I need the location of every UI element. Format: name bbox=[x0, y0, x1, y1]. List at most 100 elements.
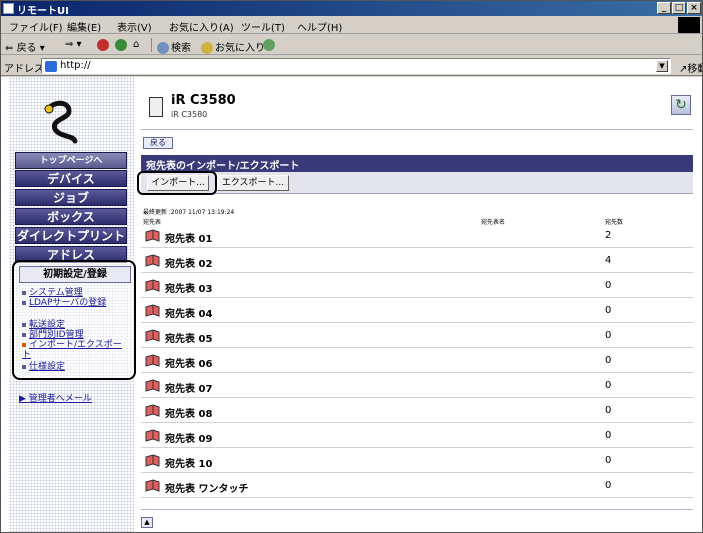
close-button[interactable]: × bbox=[687, 2, 701, 14]
ie-icon bbox=[3, 3, 14, 14]
row-count: 0 bbox=[605, 355, 612, 366]
menu-view[interactable]: 表示(V) bbox=[117, 19, 152, 34]
row-name[interactable]: 宛先表 05 bbox=[165, 330, 212, 345]
last-updated: 最終更新 :2007 11/07 13:19:24 bbox=[143, 209, 235, 216]
table-row[interactable]: 宛先表 09 0 bbox=[141, 423, 693, 448]
refresh-icon[interactable]: ↻ bbox=[671, 95, 691, 115]
menu-edit[interactable]: 編集(E) bbox=[67, 19, 101, 34]
nav-direct-print[interactable]: ダイレクトプリント bbox=[15, 227, 127, 244]
section-title: 宛先表のインポート/エクスポート bbox=[141, 155, 693, 172]
admin-mail-link[interactable]: ▶ 管理者へメール bbox=[19, 391, 92, 404]
history-button[interactable] bbox=[263, 39, 277, 51]
device-name: iR C3580 bbox=[171, 93, 236, 108]
row-name[interactable]: 宛先表 06 bbox=[165, 355, 212, 370]
table-row[interactable]: 宛先表 01 2 bbox=[141, 223, 693, 248]
row-name[interactable]: 宛先表 10 bbox=[165, 455, 212, 470]
table-row[interactable]: 宛先表 08 0 bbox=[141, 398, 693, 423]
row-count: 0 bbox=[605, 430, 612, 441]
minimize-button[interactable]: _ bbox=[657, 2, 671, 14]
row-count: 0 bbox=[605, 330, 612, 341]
row-count: 0 bbox=[605, 380, 612, 391]
favorites-icon bbox=[201, 42, 213, 54]
menu-help[interactable]: ヘルプ(H) bbox=[297, 19, 342, 34]
settings-heading[interactable]: 初期設定/登録 bbox=[19, 266, 131, 283]
button-bar: インポート... エクスポート... bbox=[141, 172, 693, 194]
table-row[interactable]: 宛先表 10 0 bbox=[141, 448, 693, 473]
go-button[interactable]: ↗移動 bbox=[679, 60, 702, 75]
table-row[interactable]: 宛先表 04 0 bbox=[141, 298, 693, 323]
row-count: 4 bbox=[605, 255, 612, 266]
maximize-button[interactable]: □ bbox=[672, 2, 686, 14]
address-book-icon bbox=[145, 229, 160, 242]
table-row[interactable]: 宛先表 07 0 bbox=[141, 373, 693, 398]
address-input[interactable]: http:// ▼ bbox=[41, 58, 671, 74]
main-panel: iR C3580 iR C3580 ↻ 戻る 宛先表のインポート/エクスポート … bbox=[137, 77, 693, 532]
nav-device[interactable]: デバイス bbox=[15, 170, 127, 187]
row-count: 0 bbox=[605, 305, 612, 316]
ie-page-icon bbox=[45, 61, 57, 72]
stop-button[interactable] bbox=[97, 39, 111, 51]
up-arrow-icon[interactable]: ▲ bbox=[141, 517, 153, 528]
table-row[interactable]: 宛先表 05 0 bbox=[141, 323, 693, 348]
search-button[interactable]: 検索 bbox=[157, 39, 191, 54]
nav-top-page[interactable]: トップページへ bbox=[15, 152, 127, 169]
table-row[interactable]: 宛先表 03 0 bbox=[141, 273, 693, 298]
row-name[interactable]: 宛先表 04 bbox=[165, 305, 212, 320]
address-book-icon bbox=[145, 454, 160, 467]
printer-icon bbox=[149, 97, 163, 117]
row-name[interactable]: 宛先表 02 bbox=[165, 255, 212, 270]
home-button[interactable]: ⌂ bbox=[133, 39, 139, 50]
row-count: 0 bbox=[605, 405, 612, 416]
row-count: 0 bbox=[605, 280, 612, 291]
address-book-icon bbox=[145, 279, 160, 292]
menu-file[interactable]: ファイル(F) bbox=[9, 19, 63, 34]
row-name[interactable]: 宛先表 01 bbox=[165, 230, 212, 245]
address-book-icon bbox=[145, 304, 160, 317]
row-count: 0 bbox=[605, 455, 612, 466]
address-book-icon bbox=[145, 404, 160, 417]
import-highlight bbox=[137, 171, 217, 195]
menu-tools[interactable]: ツール(T) bbox=[241, 19, 285, 34]
search-icon bbox=[157, 42, 169, 54]
row-name[interactable]: 宛先表 09 bbox=[165, 430, 212, 445]
menu-bar: ファイル(F) 編集(E) 表示(V) お気に入り(A) ツール(T) ヘルプ(… bbox=[1, 16, 702, 34]
address-book-icon bbox=[145, 354, 160, 367]
favorites-button[interactable]: お気に入り bbox=[201, 39, 265, 54]
address-dropdown-icon[interactable]: ▼ bbox=[656, 60, 668, 72]
toolbar: ⇐ 戻る ▾ ⇒ ▾ ⌂ 検索 お気に入り bbox=[1, 35, 702, 55]
settings-menu: 初期設定/登録 システム管理 LDAPサーバの登録 転送設定 部門別ID管理 イ… bbox=[12, 260, 136, 380]
link-transfer-settings[interactable]: 転送設定 bbox=[22, 320, 65, 330]
row-name[interactable]: 宛先表 07 bbox=[165, 380, 212, 395]
export-button[interactable]: エクスポート... bbox=[217, 175, 289, 191]
title-bar: リモートUI _ □ × bbox=[1, 1, 702, 17]
nav-job[interactable]: ジョブ bbox=[15, 189, 127, 206]
menu-favorites[interactable]: お気に入り(A) bbox=[169, 19, 234, 34]
address-book-icon bbox=[145, 379, 160, 392]
sidebar: トップページへ デバイス ジョブ ボックス ダイレクトプリント アドレス 初期設… bbox=[9, 77, 136, 532]
row-name[interactable]: 宛先表 03 bbox=[165, 280, 212, 295]
back-button[interactable]: ⇐ 戻る ▾ bbox=[5, 39, 45, 54]
row-name[interactable]: 宛先表 ワンタッチ bbox=[165, 480, 248, 495]
windows-logo-icon bbox=[678, 17, 700, 33]
address-book-icon bbox=[145, 254, 160, 267]
nav-box[interactable]: ボックス bbox=[15, 208, 127, 225]
table-row[interactable]: 宛先表 ワンタッチ 0 bbox=[141, 473, 693, 498]
table-row[interactable]: 宛先表 06 0 bbox=[141, 348, 693, 373]
row-name[interactable]: 宛先表 08 bbox=[165, 405, 212, 420]
forward-button[interactable]: ⇒ ▾ bbox=[65, 39, 82, 50]
row-count: 0 bbox=[605, 480, 612, 491]
table-row[interactable]: 宛先表 02 4 bbox=[141, 248, 693, 273]
link-department-id[interactable]: 部門別ID管理 bbox=[22, 330, 84, 340]
link-system-management[interactable]: システム管理 bbox=[22, 288, 83, 298]
address-bar: アドレス(D) http:// ▼ ↗移動 bbox=[1, 56, 702, 76]
back-link-button[interactable]: 戻る bbox=[143, 137, 173, 149]
link-spec-settings[interactable]: 仕様設定 bbox=[22, 362, 65, 372]
link-ldap-server[interactable]: LDAPサーバの登録 bbox=[22, 298, 127, 308]
page-content: トップページへ デバイス ジョブ ボックス ダイレクトプリント アドレス 初期設… bbox=[1, 77, 702, 532]
address-book-icon bbox=[145, 429, 160, 442]
link-import-export[interactable]: インポート/エクスポート bbox=[22, 340, 130, 360]
device-model: iR C3580 bbox=[171, 110, 208, 119]
reload-button[interactable] bbox=[115, 39, 129, 51]
stop-icon bbox=[97, 39, 109, 51]
row-count: 2 bbox=[605, 230, 612, 241]
